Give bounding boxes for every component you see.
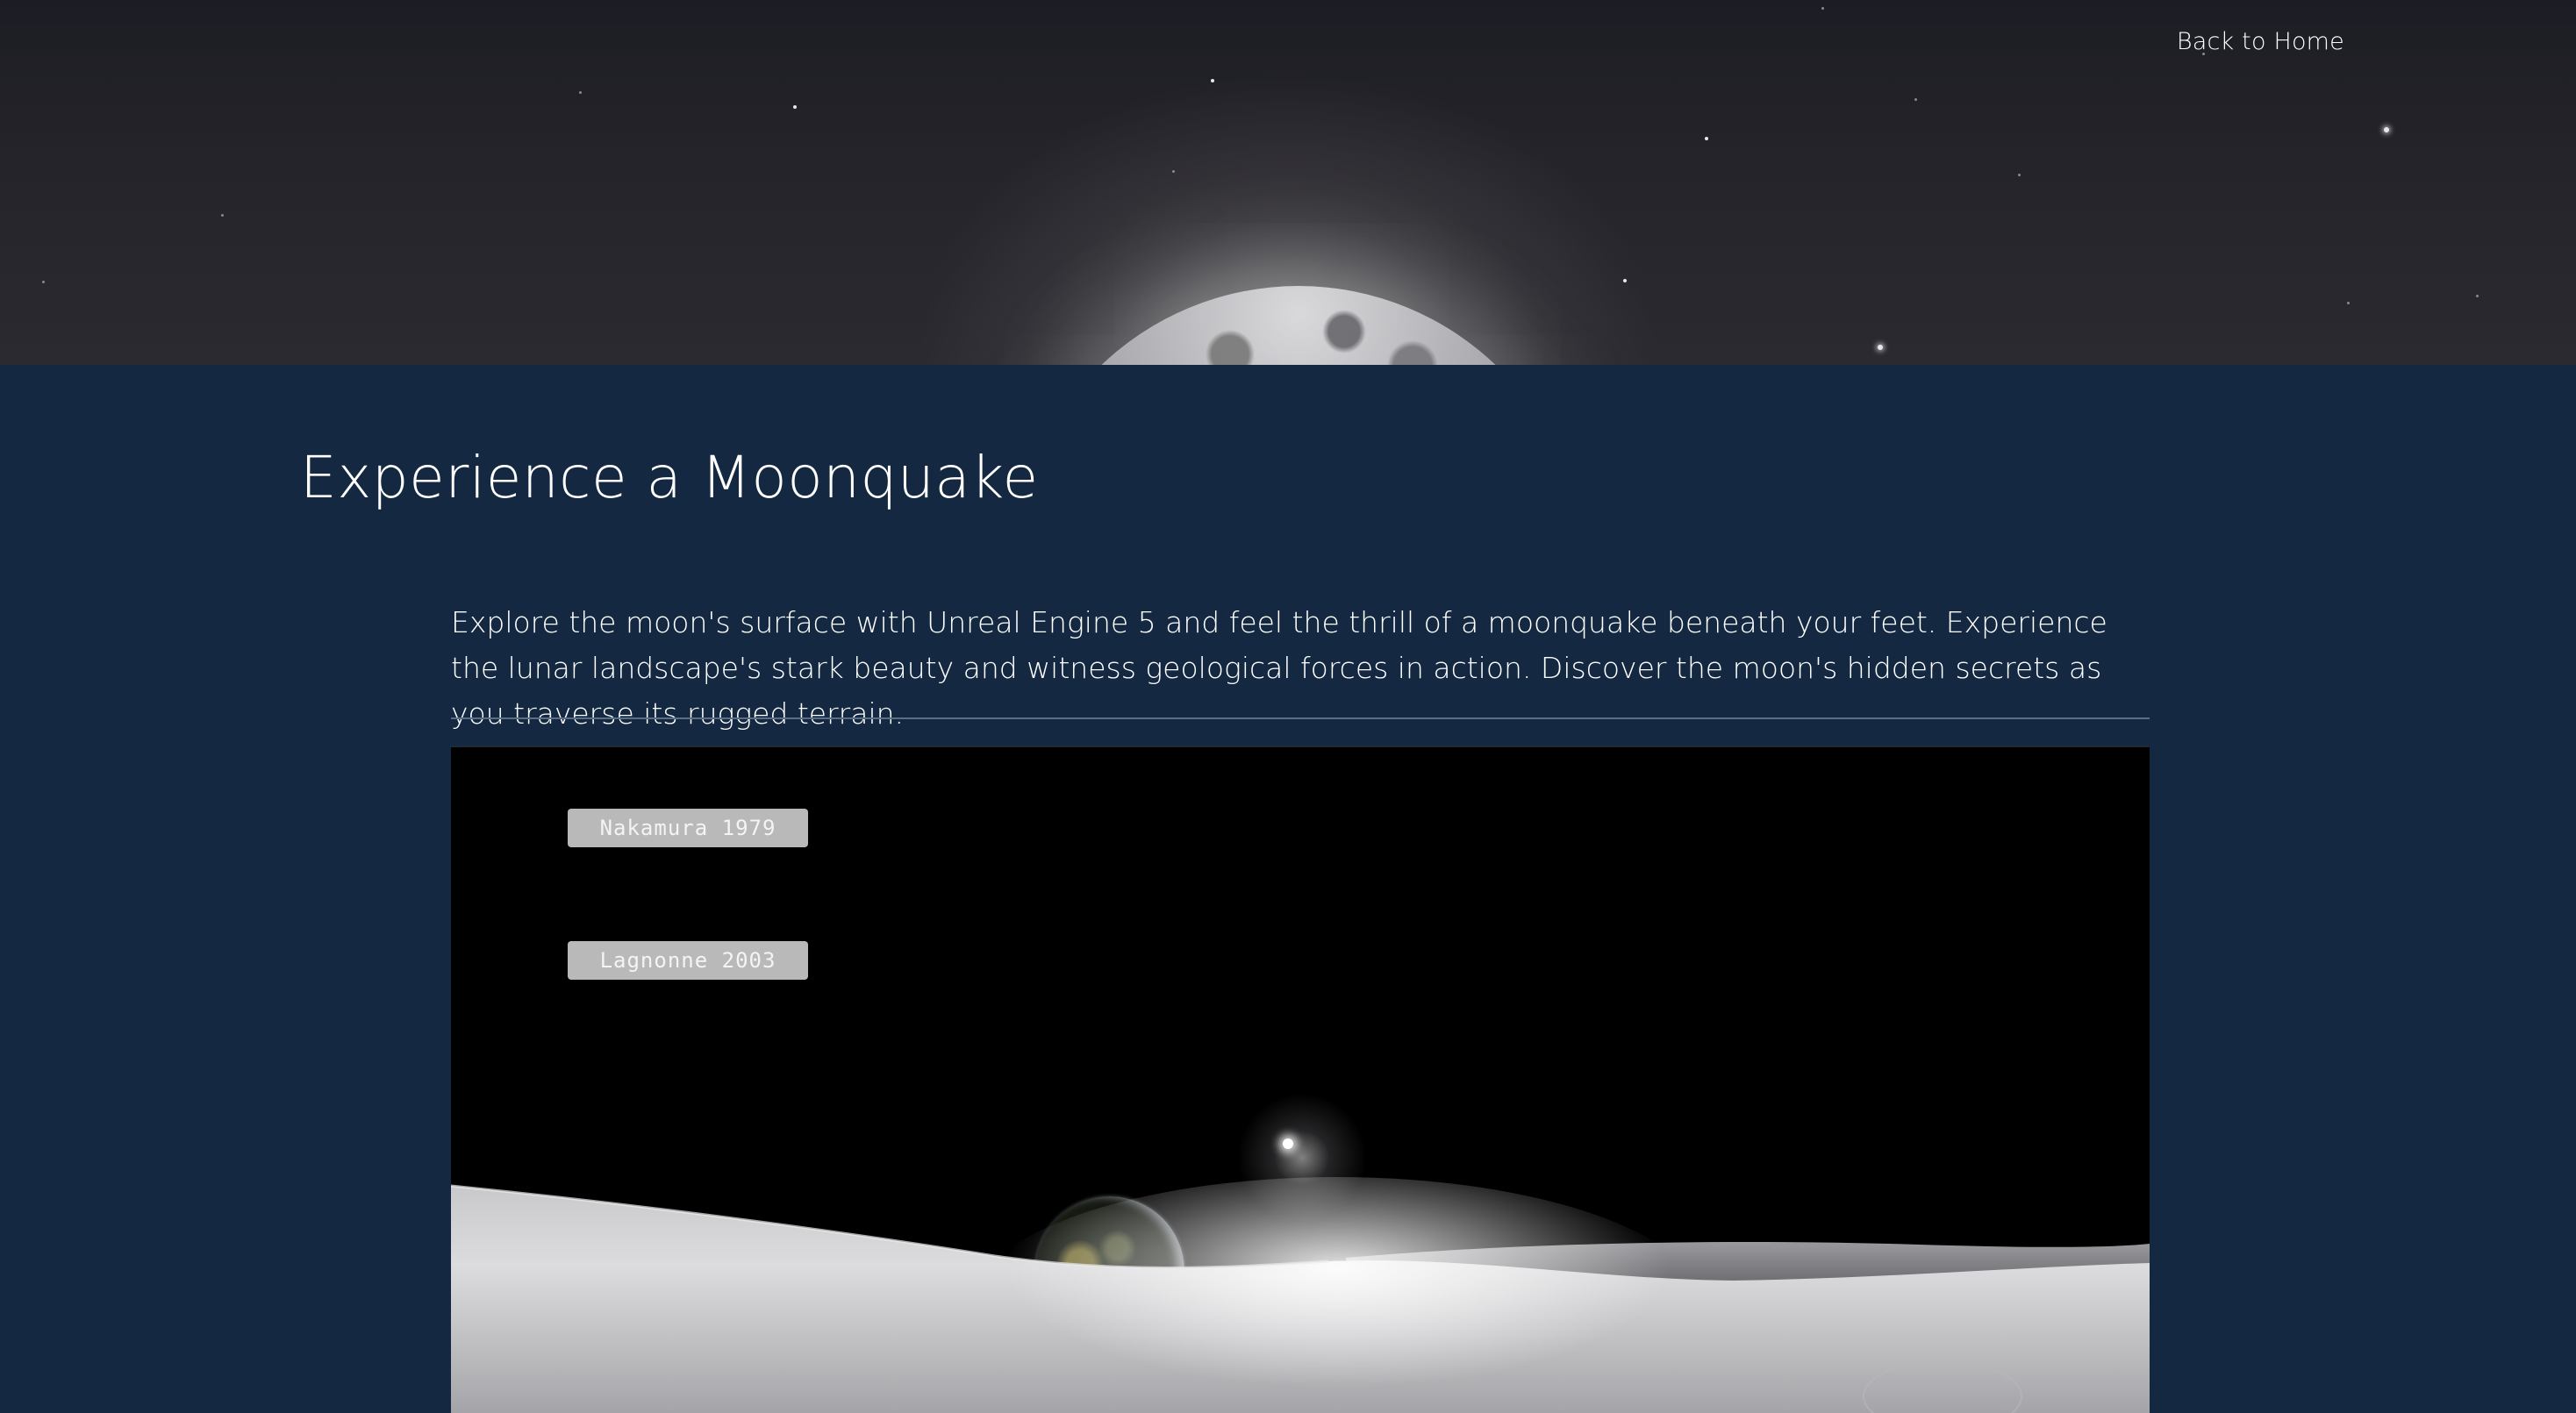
star <box>2384 127 2389 132</box>
moonquake-simulation-viewport[interactable]: Nakamura 1979 Lagnonne 2003 <box>451 746 2150 1413</box>
star <box>1623 279 1627 282</box>
star <box>1878 345 1883 350</box>
divider <box>451 717 2150 719</box>
star <box>2476 295 2479 297</box>
star <box>579 91 582 94</box>
star <box>1211 79 1214 82</box>
star <box>1821 7 1824 10</box>
intro-paragraph: Explore the moon's surface with Unreal E… <box>451 605 2107 731</box>
back-to-home-link[interactable]: Back to Home <box>2177 28 2344 55</box>
star <box>1172 170 1175 173</box>
star <box>1914 98 1917 101</box>
star <box>793 105 797 109</box>
page-root: Back to Home Experience a Moonquake Expl… <box>0 0 2576 1413</box>
star <box>1705 137 1708 140</box>
lagnonne-2003-button[interactable]: Lagnonne 2003 <box>568 941 808 980</box>
star <box>42 281 45 283</box>
star <box>2347 302 2350 304</box>
hero-banner: Back to Home <box>0 0 2576 365</box>
nakamura-1979-button[interactable]: Nakamura 1979 <box>568 809 808 847</box>
star <box>221 214 224 217</box>
page-title: Experience a Moonquake <box>300 444 1039 511</box>
sunlit-area <box>969 1177 1706 1413</box>
star <box>2018 174 2021 176</box>
